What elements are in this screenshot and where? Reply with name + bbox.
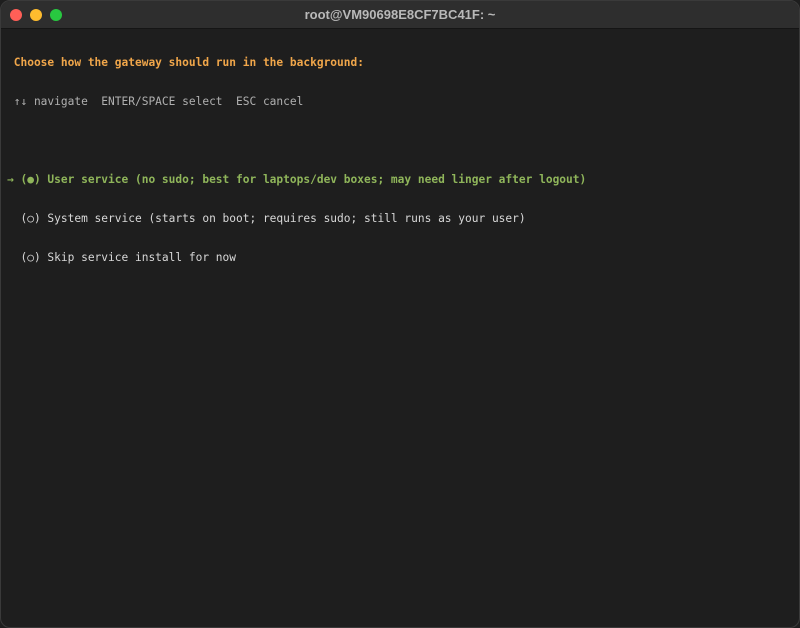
option-system-service[interactable]: (○) System service (starts on boot; requ…	[7, 212, 793, 225]
terminal-window: root@VM90698E8CF7BC41F: ~ Choose how the…	[0, 0, 800, 628]
option-skip-service[interactable]: (○) Skip service install for now	[7, 251, 793, 264]
window-title: root@VM90698E8CF7BC41F: ~	[304, 7, 496, 22]
key-hint: ↑↓ navigate ENTER/SPACE select ESC cance…	[7, 95, 304, 108]
option-user-service[interactable]: → (●) User service (no sudo; best for la…	[7, 173, 793, 186]
title-bar: root@VM90698E8CF7BC41F: ~	[1, 1, 799, 29]
terminal-output[interactable]: Choose how the gateway should run in the…	[7, 30, 793, 627]
menu-prompt: Choose how the gateway should run in the…	[7, 56, 364, 69]
